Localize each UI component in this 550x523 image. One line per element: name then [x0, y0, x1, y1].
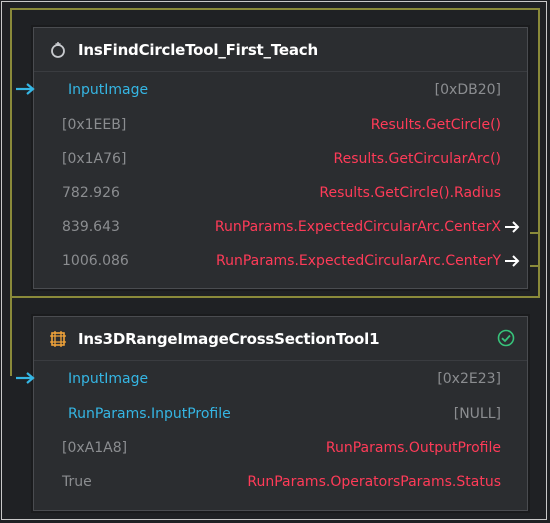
- port-value: 782.926: [62, 185, 120, 201]
- port-row[interactable]: [0x1EEB] Results.GetCircle(): [34, 108, 527, 142]
- port-row[interactable]: 782.926 Results.GetCircle().Radius: [34, 176, 527, 210]
- tool-node-find-circle[interactable]: InsFindCircleTool_First_Teach InputImage…: [16, 27, 528, 289]
- port-name: RunParams.OutputProfile: [325, 440, 501, 456]
- port-value: 839.643: [62, 219, 120, 235]
- port-row[interactable]: InputImage [0x2E23]: [16, 361, 527, 397]
- port-name: RunParams.OperatorsParams.Status: [247, 474, 501, 490]
- port-value: True: [62, 474, 92, 490]
- port-value: 1006.086: [62, 253, 129, 269]
- port-value: [0xDB20]: [434, 82, 501, 98]
- port-row[interactable]: [0xA1A8] RunParams.OutputProfile: [34, 431, 527, 465]
- connection-line-top: [10, 8, 540, 10]
- tool-node-cross-section[interactable]: Ins3DRangeImageCrossSectionTool1 InputIm…: [16, 316, 528, 511]
- port-row[interactable]: RunParams.InputProfile [NULL]: [34, 397, 527, 431]
- graph-canvas[interactable]: InsFindCircleTool_First_Teach InputImage…: [0, 0, 550, 523]
- port-value: [0x2E23]: [437, 371, 501, 387]
- port-name: Results.GetCircle().Radius: [319, 185, 501, 201]
- port-row[interactable]: InputImage [0xDB20]: [16, 72, 527, 108]
- port-name: RunParams.ExpectedCircularArc.CenterX: [214, 219, 501, 235]
- port-name: Results.GetCircularArc(): [333, 151, 501, 167]
- circle-find-icon: [48, 40, 68, 60]
- port-value: [NULL]: [453, 406, 501, 422]
- port-value: [0x1EEB]: [62, 117, 127, 133]
- connection-line-bottom: [10, 296, 540, 298]
- node-title: Ins3DRangeImageCrossSectionTool1: [78, 329, 380, 348]
- output-arrow-icon: [505, 255, 520, 267]
- port-value: [0x1A76]: [62, 151, 127, 167]
- check-circle-icon: [497, 329, 515, 347]
- input-arrow-icon: [16, 83, 35, 95]
- node-header[interactable]: Ins3DRangeImageCrossSectionTool1: [34, 317, 527, 361]
- connection-line-right: [538, 8, 540, 298]
- port-row[interactable]: True RunParams.OperatorsParams.Status: [34, 465, 527, 499]
- port-name: InputImage: [68, 82, 149, 98]
- port-name: Results.GetCircle(): [370, 117, 501, 133]
- cross-section-icon: [48, 329, 68, 349]
- node-header[interactable]: InsFindCircleTool_First_Teach: [34, 28, 527, 72]
- port-row[interactable]: 1006.086 RunParams.ExpectedCircularArc.C…: [34, 244, 527, 278]
- port-row[interactable]: 839.643 RunParams.ExpectedCircularArc.Ce…: [34, 210, 527, 244]
- node-title: InsFindCircleTool_First_Teach: [78, 40, 318, 59]
- port-row[interactable]: [0x1A76] Results.GetCircularArc(): [34, 142, 527, 176]
- port-value: [0xA1A8]: [62, 440, 128, 456]
- port-name: RunParams.InputProfile: [68, 406, 231, 422]
- port-name: RunParams.ExpectedCircularArc.CenterY: [215, 253, 501, 269]
- input-arrow-icon: [16, 372, 35, 384]
- connection-line-left: [10, 8, 12, 376]
- output-arrow-icon: [505, 221, 520, 233]
- port-name: InputImage: [68, 371, 149, 387]
